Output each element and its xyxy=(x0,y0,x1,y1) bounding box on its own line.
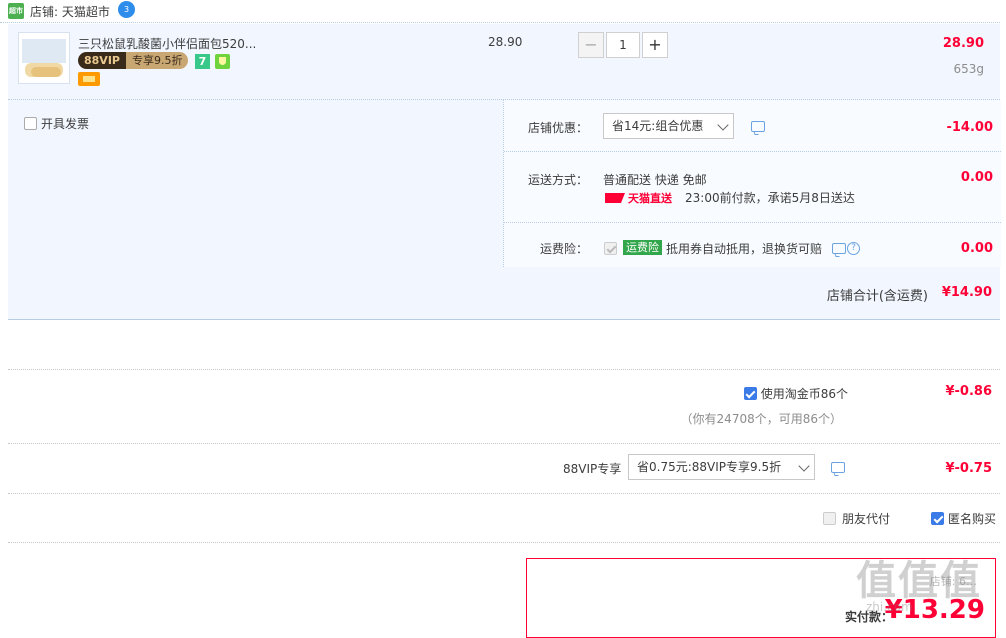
divider xyxy=(8,369,1000,370)
shipping-method: 普通配送 快递 免邮 xyxy=(603,173,707,187)
insurance-description: 抵用券自动抵用，退换货可赔 xyxy=(666,242,823,256)
vip-discount-badge: 88VIP 专享9.5折 xyxy=(78,52,189,69)
vip-discount-select[interactable]: 省0.75元:88VIP专享9.5折 xyxy=(628,454,815,480)
tmall-direct-text: 天猫直送 xyxy=(628,192,672,205)
shop-header: 超市 店铺: 天猫超市 3 xyxy=(0,0,1000,23)
tao-coin-option[interactable]: 使用淘金币86个 xyxy=(743,385,848,402)
tao-coin-note: （你有24708个，可用86个） xyxy=(680,412,842,426)
product-title-link[interactable]: 三只松鼠乳酸菌小伴侣面包520... xyxy=(78,35,256,52)
vip-discount-amount: ¥-0.75 xyxy=(945,461,992,476)
shipping-insurance-row: 运费险： 运费险 抵用券自动抵用，退换货可赔 ? 0.00 xyxy=(504,223,1001,267)
site-watermark-url: zhi.com xyxy=(866,600,913,614)
anonymous-buy-label: 匿名购买 xyxy=(948,512,997,526)
anonymous-buy-checkbox[interactable] xyxy=(931,512,944,525)
insurance-checkbox xyxy=(604,242,617,255)
vip-discount-selected: 省0.75元:88VIP专享9.5折 xyxy=(637,460,782,474)
divider xyxy=(8,542,1000,543)
message-icon[interactable] xyxy=(751,121,765,132)
shipping-label: 运送方式： xyxy=(527,173,588,187)
order-details-panel: 店铺优惠： 省14元:组合优惠 -14.00 运送方式： 普通配送 快递 免邮 … xyxy=(503,100,1001,267)
invoice-label: 开具发票 xyxy=(41,117,90,131)
shop-promo-amount: -14.00 xyxy=(946,120,993,135)
order-options-panel: 开具发票 店铺优惠： 省14元:组合优惠 -14.00 运送方式： 普通配送 快… xyxy=(8,100,1001,320)
line-total-price: 28.90 xyxy=(942,36,984,51)
tmall-logo-icon xyxy=(605,193,625,203)
shop-promo-label: 店铺优惠： xyxy=(527,121,588,135)
product-weight: 653g xyxy=(953,62,984,76)
tao-coin-checkbox[interactable] xyxy=(743,387,757,400)
invoice-option[interactable]: 开具发票 xyxy=(24,115,89,132)
quantity-increase-button[interactable]: + xyxy=(642,32,668,58)
site-watermark: 值值值 xyxy=(856,558,982,604)
quantity-stepper: − 1 + xyxy=(578,32,668,58)
credit-card-icon xyxy=(78,72,100,86)
insurance-label: 运费险： xyxy=(539,242,588,256)
delivery-promise: 23:00前付款，承诺5月8日送达 xyxy=(685,191,855,205)
shipping-row: 运送方式： 普通配送 快递 免邮 天猫直送 23:00前付款，承诺5月8日送达 … xyxy=(504,152,1001,223)
shop-promo-selected: 省14元:组合优惠 xyxy=(612,119,704,133)
insurance-amount: 0.00 xyxy=(960,241,993,256)
chevron-down-icon xyxy=(717,119,729,131)
shop-total-label: 店铺合计(含运费) xyxy=(826,289,928,304)
shop-promo-select[interactable]: 省14元:组合优惠 xyxy=(603,113,734,139)
divider xyxy=(8,443,1000,444)
tmall-supermarket-icon: 超市 xyxy=(8,3,24,19)
vip-exclusive-label: 88VIP专享 xyxy=(563,462,622,476)
vip-label: 88VIP xyxy=(78,52,126,69)
anonymous-buy-option[interactable]: 匿名购买 xyxy=(931,510,996,527)
guarantee-shield-icon xyxy=(215,54,230,69)
message-icon[interactable] xyxy=(831,462,845,473)
wangwang-chat-icon[interactable]: 3 xyxy=(118,1,135,18)
unit-price: 28.90 xyxy=(488,35,523,49)
friend-pay-label: 朋友代付 xyxy=(842,512,891,526)
seven-day-return-icon: 7 xyxy=(195,54,210,69)
quantity-input[interactable]: 1 xyxy=(606,32,640,58)
tmall-direct-logo: 天猫直送 xyxy=(605,191,675,205)
help-icon[interactable]: ? xyxy=(847,242,860,255)
tao-coin-amount: ¥-0.86 xyxy=(945,384,992,399)
cart-item-row: 三只松鼠乳酸菌小伴侣面包520... 88VIP 专享9.5折 7 28.90 … xyxy=(8,24,1000,100)
friend-pay-checkbox[interactable] xyxy=(823,512,836,525)
invoice-checkbox[interactable] xyxy=(24,117,37,130)
shop-promo-row: 店铺优惠： 省14元:组合优惠 -14.00 xyxy=(504,100,1001,152)
shop-name-link[interactable]: 店铺: 天猫超市 xyxy=(30,3,110,20)
shop-total-value: ¥14.90 xyxy=(941,285,992,300)
product-thumbnail[interactable] xyxy=(18,32,70,84)
vip-discount-text: 专享9.5折 xyxy=(125,52,189,69)
message-icon[interactable] xyxy=(832,243,846,254)
quantity-decrease-button[interactable]: − xyxy=(578,32,604,58)
chevron-down-icon xyxy=(798,460,810,472)
divider xyxy=(8,493,1000,494)
tao-coin-label: 使用淘金币86个 xyxy=(760,387,848,401)
friend-pay-option[interactable]: 朋友代付 xyxy=(823,510,890,527)
insurance-tag: 运费险 xyxy=(623,240,662,255)
shipping-amount: 0.00 xyxy=(960,170,993,185)
